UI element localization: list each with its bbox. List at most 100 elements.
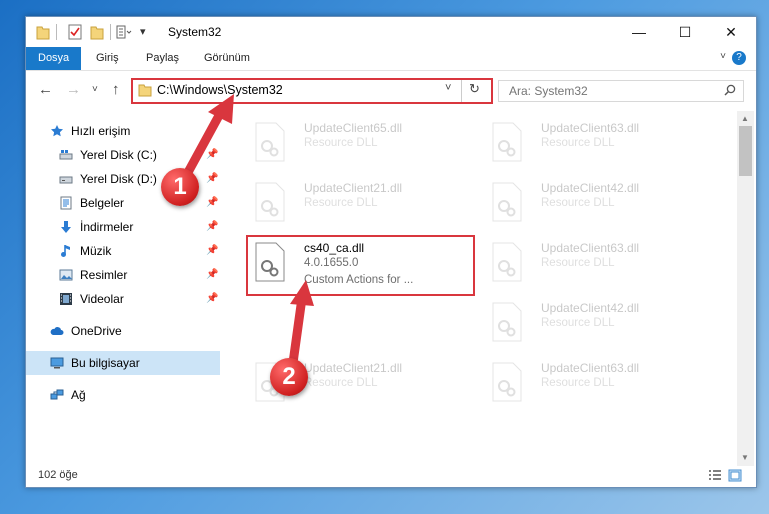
address-bar[interactable]: C:\Windows\System32 ˅ ↻ bbox=[131, 78, 493, 104]
sidebar-item-label: Yerel Disk (D:) bbox=[80, 172, 157, 186]
search-input[interactable] bbox=[507, 83, 711, 99]
film-icon bbox=[60, 293, 72, 305]
file-name: UpdateClient42.dll bbox=[541, 301, 640, 315]
pin-icon: 📌 bbox=[206, 173, 219, 184]
sidebar-item-label: Videolar bbox=[80, 292, 124, 306]
tab-home[interactable]: Giriş bbox=[84, 47, 131, 70]
file-item[interactable]: UpdateClient21.dll Resource DLL bbox=[252, 177, 482, 229]
sidebar-item-label: Belgeler bbox=[80, 196, 125, 210]
new-folder-icon[interactable] bbox=[90, 24, 104, 40]
file-item[interactable]: UpdateClient63.dll Resource DLL bbox=[489, 357, 719, 409]
file-item[interactable]: UpdateClient42.dll Resource DLL bbox=[489, 297, 719, 349]
file-name: UpdateClient63.dll bbox=[541, 241, 640, 255]
file-description: Resource DLL bbox=[541, 317, 615, 329]
dll-file-icon bbox=[492, 182, 522, 222]
file-name: UpdateClient21.dll bbox=[304, 361, 403, 375]
network-icon bbox=[50, 389, 64, 400]
minimize-button[interactable]: — bbox=[616, 17, 662, 47]
file-description: Resource DLL bbox=[541, 137, 615, 149]
download-arrow-icon bbox=[61, 221, 71, 233]
file-description: Resource DLL bbox=[304, 137, 378, 149]
tab-file[interactable]: Dosya bbox=[26, 47, 82, 70]
callout-badge-2: 2 bbox=[270, 358, 308, 396]
pin-icon: 📌 bbox=[206, 269, 219, 280]
tab-view[interactable]: Görünüm bbox=[192, 47, 262, 70]
file-description: Resource DLL bbox=[541, 377, 615, 389]
sidebar-item-music[interactable]: Müzik 📌 bbox=[26, 239, 220, 263]
help-icon[interactable]: ? bbox=[732, 51, 746, 65]
scroll-up-icon[interactable]: ▲ bbox=[741, 114, 749, 123]
properties-icon[interactable] bbox=[68, 24, 82, 40]
search-box[interactable] bbox=[498, 80, 744, 102]
file-item[interactable]: UpdateClient63.dll Resource DLL bbox=[489, 117, 719, 169]
sidebar-item-label: Müzik bbox=[80, 244, 112, 258]
file-description: Resource DLL bbox=[541, 257, 615, 269]
sidebar-item-label: Bu bilgisayar bbox=[71, 356, 140, 370]
callout-badge-1: 1 bbox=[161, 168, 199, 206]
window-title: System32 bbox=[168, 25, 222, 39]
details-view-icon[interactable] bbox=[708, 469, 722, 482]
sidebar-item-pictures[interactable]: Resimler 📌 bbox=[26, 263, 220, 287]
star-icon bbox=[51, 125, 63, 137]
sidebar-item-label: Hızlı erişim bbox=[71, 124, 131, 138]
dll-file-icon bbox=[492, 122, 522, 162]
explorer-window: ▾ System32 — ☐ ✕ Dosya Giriş Paylaş Görü… bbox=[25, 16, 757, 488]
up-arrow-icon[interactable]: ↑ bbox=[112, 81, 120, 98]
address-dropdown-icon[interactable]: ˅ bbox=[445, 82, 451, 94]
music-note-icon bbox=[61, 245, 70, 257]
cloud-icon bbox=[50, 327, 64, 335]
sidebar-item-quick-access[interactable]: Hızlı erişim bbox=[26, 119, 220, 143]
file-item[interactable]: UpdateClient42.dll Resource DLL bbox=[489, 177, 719, 229]
customize-toolbar-icon[interactable] bbox=[116, 24, 132, 40]
file-item[interactable]: UpdateClient63.dll Resource DLL bbox=[489, 237, 719, 289]
refresh-icon[interactable]: ↻ bbox=[469, 81, 480, 97]
back-arrow-icon[interactable]: ← bbox=[38, 81, 53, 98]
computer-icon bbox=[50, 357, 64, 369]
sidebar-item-label: OneDrive bbox=[71, 324, 122, 338]
sidebar-item-label: Resimler bbox=[80, 268, 128, 282]
search-icon[interactable] bbox=[724, 84, 736, 96]
pictures-icon bbox=[59, 269, 73, 281]
dll-file-icon bbox=[255, 122, 285, 162]
close-button[interactable]: ✕ bbox=[708, 17, 754, 47]
sidebar-item-label: Ağ bbox=[71, 388, 86, 402]
file-name: UpdateClient65.dll bbox=[304, 121, 403, 135]
documents-icon bbox=[60, 196, 72, 210]
item-count: 102 öğe bbox=[38, 469, 78, 481]
large-icons-view-icon[interactable] bbox=[728, 469, 742, 482]
sidebar-item-this-pc[interactable]: Bu bilgisayar bbox=[26, 351, 220, 375]
ribbon-tabs: Dosya Giriş Paylaş Görünüm ˅ ? bbox=[26, 47, 756, 71]
drive-icon bbox=[59, 150, 73, 160]
forward-arrow-icon[interactable]: → bbox=[66, 81, 81, 98]
file-item[interactable]: UpdateClient65.dll Resource DLL bbox=[252, 117, 482, 169]
navigation-pane: Hızlı erişim Yerel Disk (C:) 📌 Yerel Dis… bbox=[26, 111, 220, 466]
file-highlight-box bbox=[246, 235, 475, 296]
address-path: C:\Windows\System32 bbox=[157, 83, 283, 97]
expand-ribbon-icon[interactable]: ˅ bbox=[720, 51, 726, 62]
separator bbox=[461, 80, 462, 102]
recent-locations-icon[interactable]: ˅ bbox=[92, 84, 98, 95]
tab-share[interactable]: Paylaş bbox=[134, 47, 191, 70]
file-name: UpdateClient42.dll bbox=[541, 181, 640, 195]
sidebar-item-network[interactable]: Ağ bbox=[26, 383, 220, 407]
scroll-down-icon[interactable]: ▼ bbox=[741, 453, 749, 462]
chevron-down-icon[interactable]: ▾ bbox=[140, 25, 146, 41]
file-name: UpdateClient21.dll bbox=[304, 181, 403, 195]
file-description: Resource DLL bbox=[304, 197, 378, 209]
vertical-scrollbar[interactable]: ▲ ▼ bbox=[737, 111, 754, 466]
separator bbox=[56, 24, 57, 40]
sidebar-item-onedrive[interactable]: OneDrive bbox=[26, 319, 220, 343]
sidebar-item-label: İndirmeler bbox=[80, 220, 134, 234]
separator bbox=[110, 24, 111, 40]
title-bar: ▾ System32 — ☐ ✕ bbox=[26, 17, 756, 47]
file-description: Resource DLL bbox=[541, 197, 615, 209]
sidebar-item-local-disk-c[interactable]: Yerel Disk (C:) 📌 bbox=[26, 143, 220, 167]
pin-icon: 📌 bbox=[206, 149, 219, 160]
drive-icon bbox=[59, 176, 73, 184]
dll-file-icon bbox=[492, 302, 522, 342]
maximize-button[interactable]: ☐ bbox=[662, 17, 708, 47]
scrollbar-thumb[interactable] bbox=[739, 126, 752, 176]
sidebar-item-downloads[interactable]: İndirmeler 📌 bbox=[26, 215, 220, 239]
sidebar-item-videos[interactable]: Videolar 📌 bbox=[26, 287, 220, 311]
file-description: Resource DLL bbox=[304, 377, 378, 389]
